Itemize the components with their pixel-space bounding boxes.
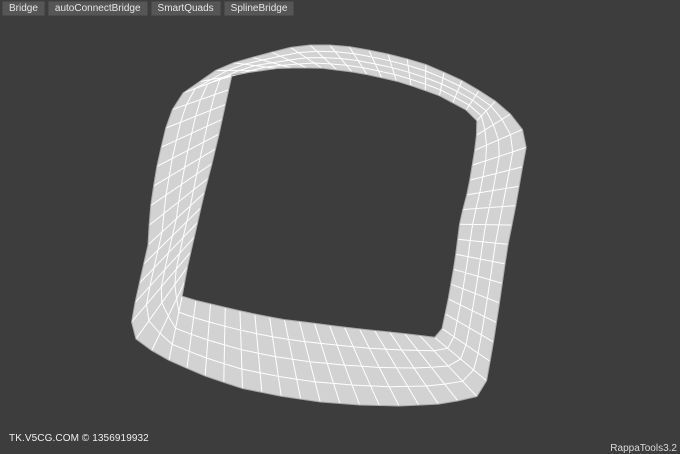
watermark-text: TK.V5CG.COM © 1356919932 [9, 433, 149, 444]
auto-connect-bridge-button[interactable]: autoConnectBridge [48, 1, 148, 16]
mesh-edge-spoke [425, 65, 426, 91]
smart-quads-button[interactable]: SmartQuads [151, 1, 221, 16]
toolbar: Bridge autoConnectBridge SmartQuads Spli… [2, 1, 294, 16]
viewport-mesh[interactable] [0, 0, 680, 453]
bridged-mesh[interactable] [132, 45, 527, 406]
bridge-button[interactable]: Bridge [2, 1, 45, 16]
mesh-inner-border [182, 68, 477, 337]
spline-bridge-button[interactable]: SplineBridge [224, 1, 295, 16]
version-label: RappaTools3.2 [610, 443, 677, 454]
